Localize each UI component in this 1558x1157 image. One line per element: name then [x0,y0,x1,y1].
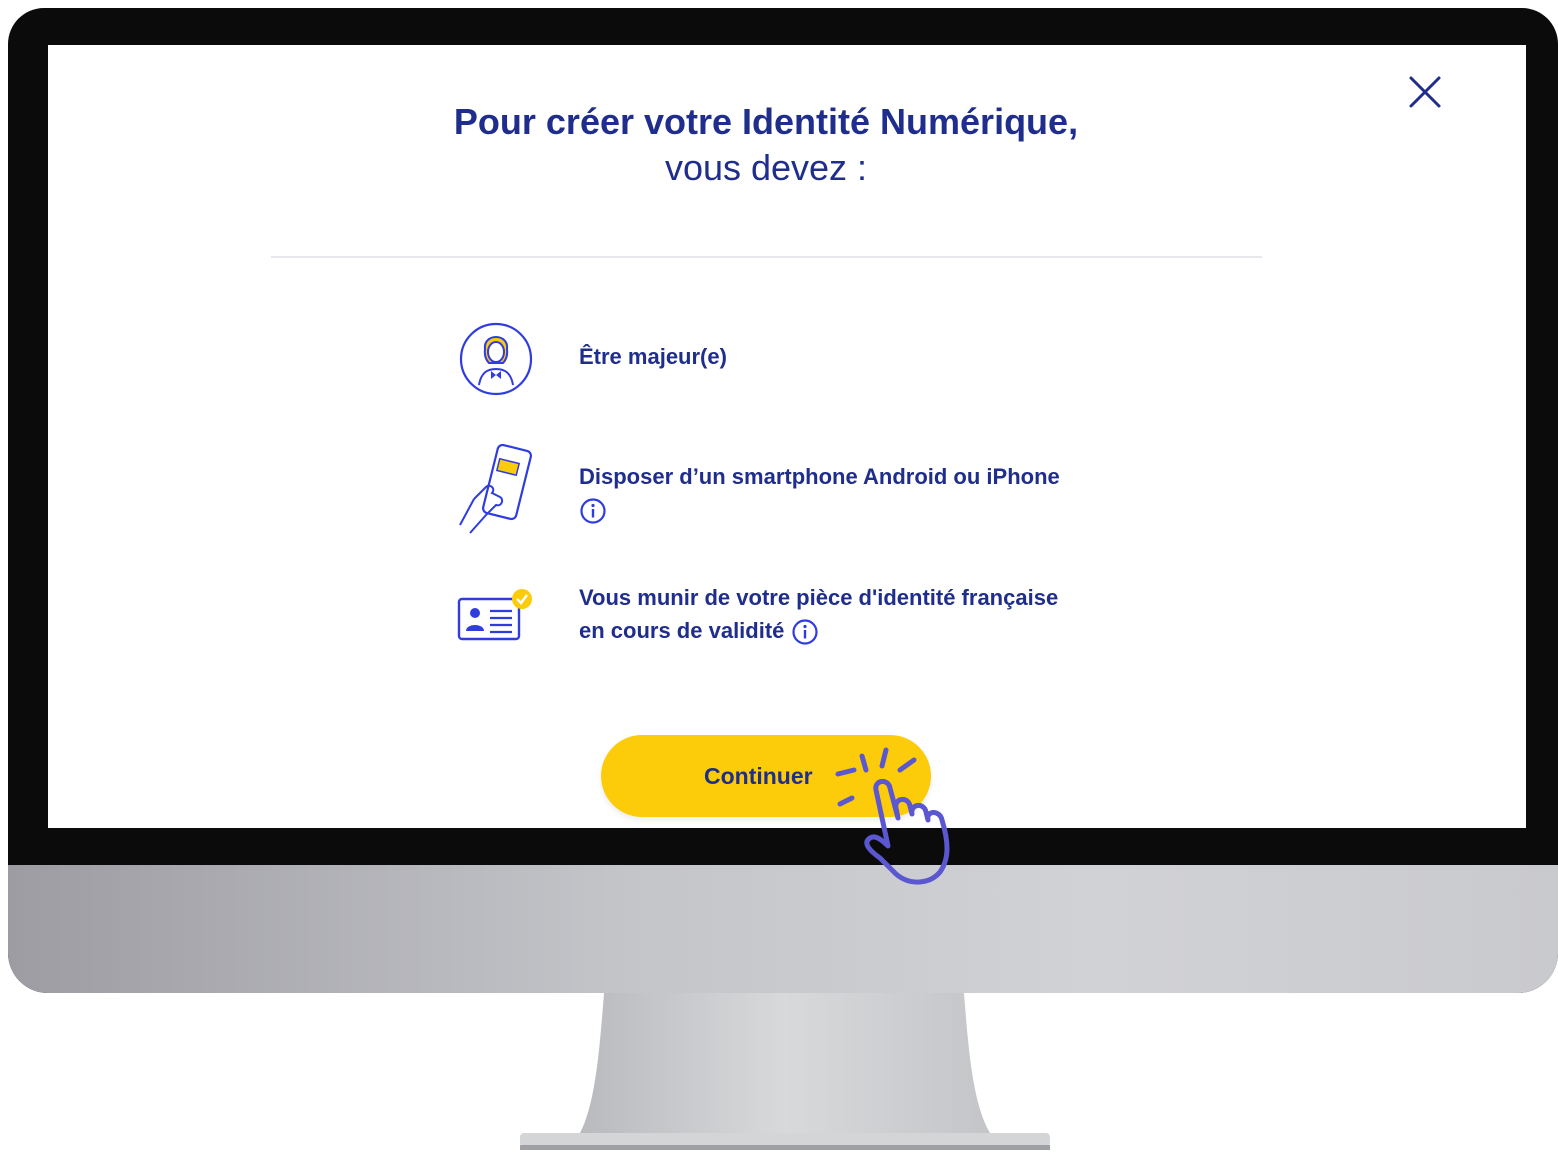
dialog-title: Pour créer votre Identité Numérique, [453,101,1079,142]
adult-person-icon [459,322,533,396]
id-card-check-icon [457,589,532,641]
monitor-frame: Pour créer votre Identité Numérique, vou… [8,8,1558,993]
smartphone-hand-icon [459,443,533,534]
requirement-id-line2: en cours de validité [579,618,785,643]
continue-button[interactable]: Continuer [601,735,931,817]
monitor-stand [520,993,1050,1150]
continue-button-label: Continuer [704,762,813,789]
dialog-subtitle: vous devez : [664,147,868,188]
info-icon[interactable] [791,618,819,646]
requirement-id-line1: Vous munir de votre pièce d'identité fra… [579,585,1059,610]
requirement-id-document: Vous munir de votre pièce d'identité fra… [579,581,1058,647]
monitor-chin [8,865,1558,993]
requirement-smartphone: Disposer d’un smartphone Android ou iPho… [579,460,1060,526]
info-icon[interactable] [579,497,607,525]
screen: Pour créer votre Identité Numérique, vou… [48,45,1526,828]
requirement-smartphone-label: Disposer d’un smartphone Android ou iPho… [579,464,1060,489]
requirement-adult: Être majeur(e) [579,344,727,369]
divider [271,256,1262,258]
